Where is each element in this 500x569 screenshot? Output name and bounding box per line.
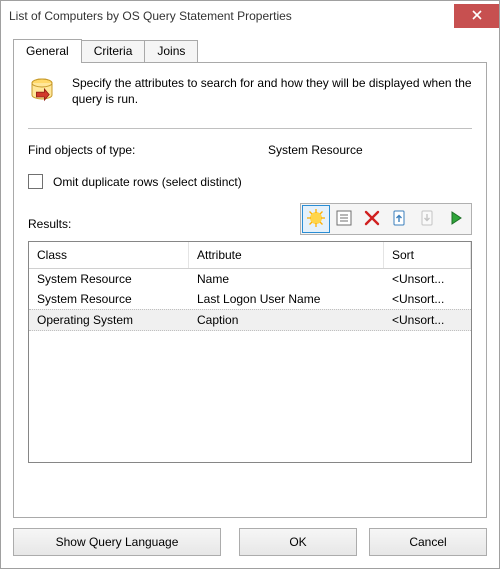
cell-attribute: Name xyxy=(189,269,384,289)
toolbar-move-down-button xyxy=(414,205,442,233)
toolbar-delete-button[interactable] xyxy=(358,205,386,233)
cell-class: Operating System xyxy=(29,310,189,330)
grid-body: System Resource Name <Unsort... System R… xyxy=(29,269,471,331)
tab-criteria[interactable]: Criteria xyxy=(81,40,146,62)
tab-label: Joins xyxy=(157,44,185,58)
tab-label: General xyxy=(26,44,69,58)
intro-text: Specify the attributes to search for and… xyxy=(72,75,472,107)
delete-icon xyxy=(363,209,381,230)
move-down-icon xyxy=(419,209,437,230)
tab-strip: General Criteria Joins xyxy=(13,39,487,62)
run-icon xyxy=(447,209,465,230)
client-area: General Criteria Joins Specify the attri… xyxy=(1,31,499,568)
database-arrow-icon xyxy=(28,75,62,112)
dialog-footer: Show Query Language OK Cancel xyxy=(13,518,487,556)
omit-duplicate-checkbox[interactable] xyxy=(28,174,43,189)
divider xyxy=(28,128,472,130)
toolbar-new-button[interactable] xyxy=(302,205,330,233)
window-title: List of Computers by OS Query Statement … xyxy=(9,9,292,23)
cell-sort: <Unsort... xyxy=(384,269,471,289)
ok-button[interactable]: OK xyxy=(239,528,357,556)
results-grid[interactable]: Class Attribute Sort System Resource Nam… xyxy=(28,241,472,463)
column-header-class[interactable]: Class xyxy=(29,242,189,268)
results-label: Results: xyxy=(28,217,71,235)
close-icon xyxy=(472,9,482,23)
find-objects-value: System Resource xyxy=(268,143,472,157)
tab-label: Criteria xyxy=(94,44,133,58)
find-objects-row: Find objects of type: System Resource xyxy=(28,138,472,162)
button-label: Show Query Language xyxy=(56,535,179,549)
results-toolbar xyxy=(300,203,472,235)
button-label: Cancel xyxy=(409,535,446,549)
button-label: OK xyxy=(289,535,306,549)
table-row[interactable]: System Resource Last Logon User Name <Un… xyxy=(29,289,471,309)
cell-sort: <Unsort... xyxy=(384,289,471,309)
new-icon xyxy=(307,209,325,230)
move-up-icon xyxy=(391,209,409,230)
toolbar-run-button[interactable] xyxy=(442,205,470,233)
tab-joins[interactable]: Joins xyxy=(144,40,198,62)
omit-duplicate-row: Omit duplicate rows (select distinct) xyxy=(28,174,472,189)
table-row[interactable]: Operating System Caption <Unsort... xyxy=(29,309,471,331)
tab-general[interactable]: General xyxy=(13,39,82,63)
table-row[interactable]: System Resource Name <Unsort... xyxy=(29,269,471,289)
cancel-button[interactable]: Cancel xyxy=(369,528,487,556)
find-objects-label: Find objects of type: xyxy=(28,143,268,157)
column-header-attribute[interactable]: Attribute xyxy=(189,242,384,268)
titlebar: List of Computers by OS Query Statement … xyxy=(1,1,499,31)
close-button[interactable] xyxy=(454,4,499,28)
cell-class: System Resource xyxy=(29,289,189,309)
cell-attribute: Caption xyxy=(189,310,384,330)
properties-icon xyxy=(335,209,353,230)
cell-sort: <Unsort... xyxy=(384,310,471,330)
intro-section: Specify the attributes to search for and… xyxy=(28,75,472,112)
cell-attribute: Last Logon User Name xyxy=(189,289,384,309)
column-header-sort[interactable]: Sort xyxy=(384,242,471,268)
tab-panel-general: Specify the attributes to search for and… xyxy=(13,62,487,518)
dialog-window: List of Computers by OS Query Statement … xyxy=(0,0,500,569)
omit-duplicate-label: Omit duplicate rows (select distinct) xyxy=(53,175,242,189)
cell-class: System Resource xyxy=(29,269,189,289)
toolbar-move-up-button[interactable] xyxy=(386,205,414,233)
show-query-language-button[interactable]: Show Query Language xyxy=(13,528,221,556)
toolbar-properties-button[interactable] xyxy=(330,205,358,233)
results-header: Results: xyxy=(28,203,472,235)
grid-header: Class Attribute Sort xyxy=(29,242,471,269)
